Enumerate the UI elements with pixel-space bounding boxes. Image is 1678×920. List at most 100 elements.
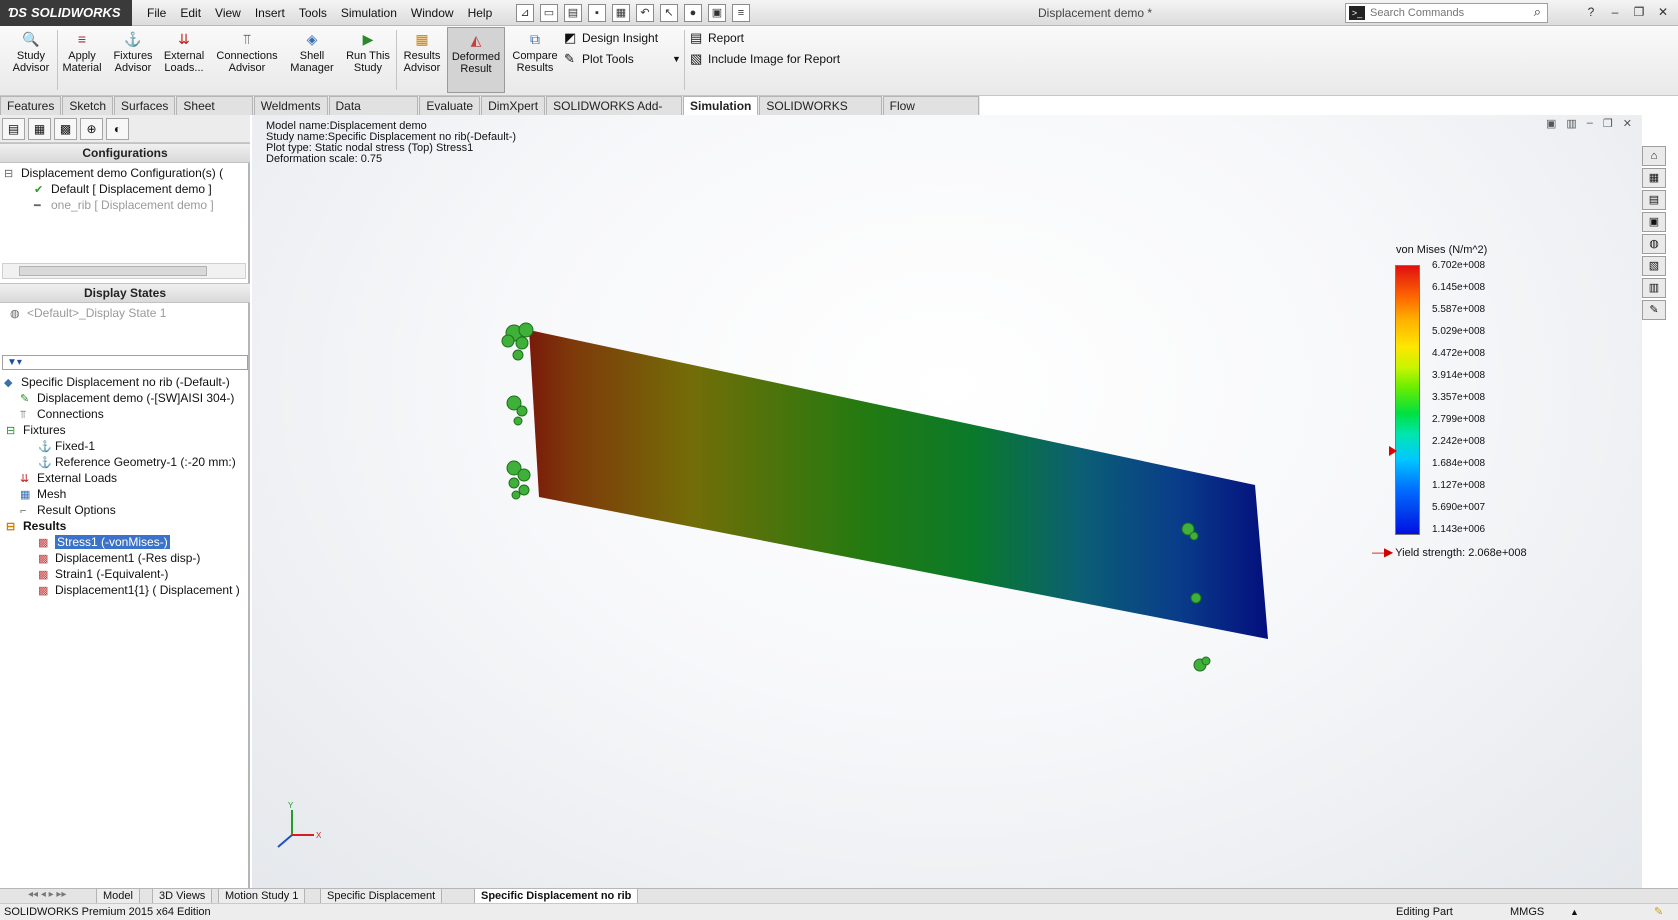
pin-icon[interactable]: ⊿ [516, 4, 534, 22]
print-icon[interactable]: ▦ [612, 4, 630, 22]
simulation-advisor-icon[interactable]: ✎ [1642, 300, 1666, 320]
minimize-icon[interactable]: – [1606, 3, 1624, 21]
display-state-item[interactable]: ◍ <Default>_Display State 1 [10, 305, 166, 322]
deformed-result-button[interactable]: ◭ Deformed Result [447, 27, 505, 93]
results-advisor-button[interactable]: ▦ Results Advisor [400, 30, 444, 74]
select-icon[interactable]: ↖ [660, 4, 678, 22]
report-button[interactable]: ▤ Report [690, 29, 744, 47]
tab-dimxpert[interactable]: DimXpert [481, 96, 546, 115]
display-manager-icon[interactable]: ◐ [106, 118, 129, 140]
search-commands[interactable]: >_ ⌕ [1345, 3, 1548, 23]
status-units[interactable]: MMGS [1510, 904, 1544, 920]
tree-displacement1-1[interactable]: ▩ Displacement1{1} ( Displacement ) [38, 582, 240, 599]
notification-icon[interactable]: ✎ [1654, 904, 1663, 920]
tab-evaluate[interactable]: Evaluate [419, 96, 481, 115]
plot-tools-dropdown-icon[interactable]: ▼ [672, 50, 681, 68]
tree-part[interactable]: ✎ Displacement demo (-[SW]AISI 304-) [20, 390, 234, 407]
rebuild-icon[interactable]: ● [684, 4, 702, 22]
restore-icon[interactable]: ❐ [1630, 3, 1648, 21]
scrollbar-thumb[interactable] [19, 266, 207, 276]
display-states-header: Display States [0, 283, 250, 303]
bottom-tab-specific-displacement[interactable]: Specific Displacement [320, 889, 443, 904]
feature-manager-icon[interactable]: ▤ [2, 118, 25, 140]
menu-window[interactable]: Window [404, 0, 461, 26]
menu-help[interactable]: Help [461, 0, 500, 26]
shell-manager-button[interactable]: ◈ Shell Manager [288, 30, 336, 74]
tree-strain1[interactable]: ▩ Strain1 (-Equivalent-) [38, 566, 168, 583]
tree-external-loads[interactable]: ⇊ External Loads [20, 470, 117, 487]
view-palette-icon[interactable]: ▣ [1642, 212, 1666, 232]
configuration-manager-icon[interactable]: ▩ [54, 118, 77, 140]
menu-insert[interactable]: Insert [248, 0, 292, 26]
plate-stress-plot[interactable] [529, 330, 1268, 639]
bottom-tab-motion-study[interactable]: Motion Study 1 [218, 889, 306, 904]
file-explorer-icon[interactable]: ▤ [1642, 190, 1666, 210]
tab-sketch[interactable]: Sketch [62, 96, 114, 115]
menu-edit[interactable]: Edit [173, 0, 208, 26]
design-library-icon[interactable]: ▦ [1642, 168, 1666, 188]
tab-sheet-metal[interactable]: Sheet Metal [176, 96, 253, 131]
external-loads-button[interactable]: ⇊ External Loads... [160, 30, 208, 74]
solidworks-logo[interactable]: ƊS SOLIDWORKS [0, 0, 132, 26]
tree-result-options[interactable]: ⌐ Result Options [20, 502, 116, 519]
tab-mbd[interactable]: SOLIDWORKS MBD [759, 96, 882, 131]
tree-fixed-1[interactable]: ⚓ Fixed-1 [38, 438, 95, 455]
tree-fixtures[interactable]: ⊟ Fixtures [6, 422, 66, 439]
tab-weldments[interactable]: Weldments [253, 96, 328, 115]
title-bar: ƊS SOLIDWORKS File Edit View Insert Tools… [0, 0, 1678, 26]
tree-results[interactable]: ⊟ Results [6, 518, 66, 535]
tab-simulation[interactable]: Simulation [683, 96, 759, 115]
units-dropdown-icon[interactable]: ▲ [1570, 904, 1579, 920]
tree-filter[interactable]: ▼▾ [2, 355, 248, 370]
study-root[interactable]: ◆ Specific Displacement no rib (-Default-… [4, 374, 230, 391]
appearances-icon[interactable]: ◍ [1642, 234, 1666, 254]
search-input[interactable] [1370, 5, 1520, 21]
apply-material-button[interactable]: ≡ Apply Material [60, 30, 104, 74]
horizontal-scrollbar[interactable] [2, 263, 246, 279]
bottom-tab-3d-views[interactable]: 3D Views [152, 889, 213, 904]
close-icon[interactable]: ✕ [1654, 3, 1672, 21]
tree-mesh[interactable]: ▦ Mesh [20, 486, 66, 503]
custom-properties-icon[interactable]: ▧ [1642, 256, 1666, 276]
tab-scroll-arrows-icon[interactable]: ◂◂ ◂ ▸ ▸▸ [28, 889, 66, 900]
bottom-tab-model[interactable]: Model [96, 889, 140, 904]
run-study-button[interactable]: ▶ Run This Study [344, 30, 392, 74]
menu-simulation[interactable]: Simulation [334, 0, 404, 26]
compare-results-button[interactable]: ⧉ Compare Results [510, 30, 560, 74]
tree-connections[interactable]: ⫪ Connections [20, 406, 104, 423]
solidworks-resources-icon[interactable]: ⌂ [1642, 146, 1666, 166]
bottom-tab-specific-displacement-no-rib[interactable]: Specific Displacement no rib [474, 889, 639, 904]
search-icon[interactable]: ⌕ [1534, 4, 1541, 20]
tab-flow-simulation[interactable]: Flow Simulation [882, 96, 979, 131]
plot-tools-button[interactable]: ✎ Plot Tools [564, 50, 634, 68]
include-image-button[interactable]: ▧ Include Image for Report [690, 50, 840, 68]
tab-data-migration[interactable]: Data Migration [328, 96, 419, 131]
configuration-default[interactable]: ✔ Default [ Displacement demo ] [34, 181, 212, 198]
save-icon[interactable]: ▪ [588, 4, 606, 22]
tab-surfaces[interactable]: Surfaces [114, 96, 176, 115]
connections-advisor-button[interactable]: ⫪ Connections Advisor [214, 30, 280, 74]
options-icon[interactable]: ≡ [732, 4, 750, 22]
help-icon[interactable]: ? [1582, 3, 1600, 21]
configuration-root[interactable]: ⊟ Displacement demo Configuration(s) ( [4, 165, 223, 182]
property-manager-icon[interactable]: ▦ [28, 118, 51, 140]
configuration-one-rib[interactable]: ━ one_rib [ Displacement demo ] [34, 197, 214, 214]
forum-icon[interactable]: ▥ [1642, 278, 1666, 298]
study-advisor-button[interactable]: 🔍 Study Advisor [10, 30, 52, 74]
new-document-icon[interactable]: ▭ [540, 4, 558, 22]
tab-addins[interactable]: SOLIDWORKS Add-Ins [546, 96, 683, 131]
open-folder-icon[interactable]: ▤ [564, 4, 582, 22]
tree-reference-geometry[interactable]: ⚓ Reference Geometry-1 (:-20 mm:) [38, 454, 236, 471]
undo-icon[interactable]: ↶ [636, 4, 654, 22]
dimxpert-manager-icon[interactable]: ⊕ [80, 118, 103, 140]
menu-tools[interactable]: Tools [292, 0, 334, 26]
design-insight-button[interactable]: ◩ Design Insight [564, 29, 658, 47]
graphics-area[interactable]: ▣ ▥ – ❐ ✕ Model name:Displacement demo S… [252, 115, 1642, 888]
file-properties-icon[interactable]: ▣ [708, 4, 726, 22]
tab-features[interactable]: Features [0, 96, 62, 115]
menu-view[interactable]: View [208, 0, 248, 26]
menu-file[interactable]: File [140, 0, 173, 26]
tree-displacement1[interactable]: ▩ Displacement1 (-Res disp-) [38, 550, 200, 567]
fixtures-advisor-button[interactable]: ⚓ Fixtures Advisor [110, 30, 156, 74]
tree-stress1[interactable]: ▩ Stress1 (-vonMises-) [38, 534, 170, 551]
